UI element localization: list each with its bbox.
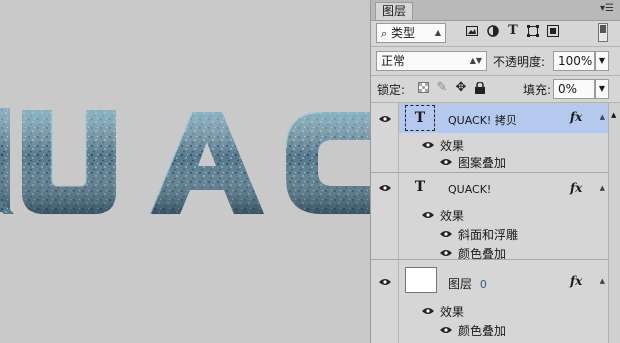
chevron-down-icon: ▲▼ [469,56,482,65]
letter-c [285,111,370,214]
fx-icon[interactable]: fx [570,181,582,195]
effect-color-overlay[interactable]: 颜色叠加 [458,322,506,339]
fill-label: 填充: [523,83,552,97]
layers-panel: 图层 ▾☰ ⌕ 类型 ▲ T 正常 ▲▼ 不透明度: 100% ▼ 锁定: ✎ … [370,0,620,343]
shape-filter-icon[interactable] [524,22,542,40]
filter-row: ⌕ 类型 ▲ T [371,22,620,44]
layer-name[interactable]: QUACK! 拷贝 [448,112,517,128]
lock-all-icon[interactable] [471,79,489,97]
adjustment-filter-icon[interactable] [484,22,502,40]
layer-row-quack[interactable]: T QUACK! fx ▲ 效果 斜面和浮雕 颜色叠加 [371,173,608,261]
visibility-toggle[interactable] [371,173,399,259]
collapse-effects-arrow-icon[interactable]: ▲ [600,184,605,192]
search-icon: ⌕ [381,27,388,40]
eye-icon[interactable] [440,326,452,334]
fill-value: 0% [558,82,578,96]
layer-name[interactable]: 图层 0 [448,275,487,292]
fill-dropdown-button[interactable]: ▼ [595,79,609,99]
fill-input[interactable]: 0% [553,79,595,99]
visibility-toggle[interactable] [371,260,399,343]
eye-icon [379,116,391,122]
visibility-toggle[interactable] [371,103,399,172]
lock-pixels-icon[interactable]: ✎ [433,79,451,97]
collapse-effects-arrow-icon[interactable]: ▲ [600,277,605,285]
document-canvas[interactable] [0,0,370,343]
letter-a [149,111,264,215]
text-type-glyph: T [414,179,426,195]
layer-thumbnail [405,267,437,293]
image-filter-icon[interactable] [463,22,481,40]
filter-type-select[interactable]: ⌕ 类型 ▲ [376,23,446,43]
eye-icon[interactable] [440,230,452,238]
eye-icon[interactable] [422,141,434,149]
tab-layers[interactable]: 图层 [375,2,414,20]
panel-menu-icon[interactable]: ▾☰ [600,3,614,14]
filter-toggle-switch[interactable] [598,23,608,42]
layer-name-text: 图层 [448,277,473,291]
type-filter-icon[interactable]: T [504,22,522,40]
collapse-effects-arrow-icon[interactable]: ▲ [600,113,605,121]
lock-position-icon[interactable]: ✥ [452,79,470,97]
eye-icon[interactable] [440,249,452,257]
effect-pattern-overlay[interactable]: 图案叠加 [458,154,506,171]
blend-mode-select[interactable]: 正常 ▲▼ [376,51,487,71]
layers-scrollbar[interactable]: ▲ [608,103,620,343]
fx-icon[interactable]: fx [570,110,582,124]
opacity-dropdown-button[interactable]: ▼ [595,51,609,71]
text-type-glyph: T [414,110,426,126]
eye-icon [379,185,391,191]
opacity-value: 100% [558,54,593,68]
lock-transparent-icon[interactable] [414,79,432,97]
eye-icon [379,279,391,285]
text-layer-thumbnail: T [405,175,435,201]
quack-text-artwork [0,108,370,215]
opacity-input[interactable]: 100% [553,51,595,71]
letter-q [0,108,14,214]
eye-icon[interactable] [422,211,434,219]
blend-mode-value: 正常 [381,54,406,68]
dropdown-arrow-icon: ▲ [434,28,441,37]
effects-label: 效果 [440,209,465,223]
layer-list: T QUACK! 拷贝 fx ▲ 效果 图案叠加 T QUACK! fx ▲ 效… [371,103,620,343]
letter-u [22,110,116,214]
lock-label: 锁定: [377,83,406,97]
opacity-label: 不透明度: [493,55,546,69]
effect-bevel-emboss[interactable]: 斜面和浮雕 [458,226,518,243]
eye-icon[interactable] [422,307,434,315]
scroll-up-arrow-icon[interactable]: ▲ [611,111,616,119]
filter-type-label: 类型 [391,26,416,40]
fx-icon[interactable]: fx [570,274,582,288]
effects-label: 效果 [440,139,465,153]
smart-object-filter-icon[interactable] [544,22,562,40]
effects-label: 效果 [440,305,465,319]
layer-name[interactable]: QUACK! [448,183,491,196]
blend-row: 正常 ▲▼ 不透明度: 100% ▼ [371,50,620,72]
lock-row: 锁定: ✎ ✥ 填充: 0% ▼ [371,78,620,100]
text-layer-thumbnail: T [405,105,435,131]
panel-tabbar: 图层 ▾☰ [371,0,620,21]
eye-icon[interactable] [440,158,452,166]
layer-row-quack-copy[interactable]: T QUACK! 拷贝 fx ▲ 效果 图案叠加 [371,103,608,173]
layer-name-suffix: 0 [479,278,487,291]
layer-row-layer-0[interactable]: 图层 0 fx ▲ 效果 颜色叠加 [371,260,608,343]
